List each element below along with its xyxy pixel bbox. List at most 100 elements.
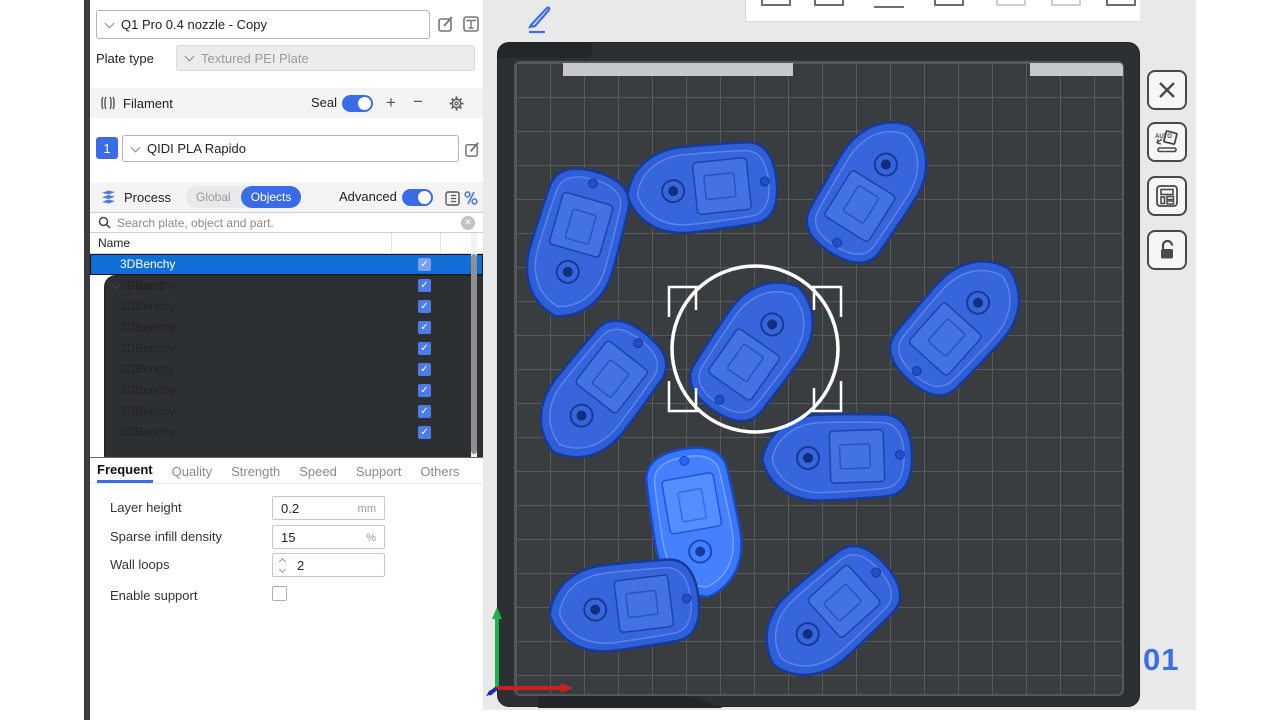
slicer-app: Q1 Pro 0.4 nozzle - Copy Plate type Text… bbox=[0, 0, 1280, 720]
object-row[interactable]: 3DBenchy✓ bbox=[90, 422, 483, 443]
tab-frequent[interactable]: Frequent bbox=[97, 459, 153, 483]
benchy-object[interactable] bbox=[761, 411, 914, 502]
chevron-down-icon bbox=[105, 18, 115, 28]
right-margin bbox=[1196, 0, 1280, 720]
print-checkbox[interactable]: ✓ bbox=[418, 279, 431, 292]
advanced-label: Advanced bbox=[339, 189, 397, 204]
scrollbar-thumb[interactable] bbox=[471, 254, 477, 454]
rotate-icon[interactable] bbox=[814, 0, 844, 6]
tab-quality[interactable]: Quality bbox=[172, 461, 212, 482]
sidebar: Q1 Pro 0.4 nozzle - Copy Plate type Text… bbox=[90, 0, 483, 720]
filament-slot-badge[interactable]: 1 bbox=[96, 137, 118, 159]
text-tool-icon[interactable] bbox=[1106, 0, 1136, 6]
print-checkbox[interactable]: ✓ bbox=[418, 363, 431, 376]
lock-button[interactable] bbox=[1147, 230, 1187, 270]
support-paint-icon[interactable] bbox=[996, 0, 1026, 6]
object-row[interactable]: 3DBenchy✓ bbox=[90, 296, 483, 317]
split-icon[interactable] bbox=[934, 0, 964, 6]
arrange-button[interactable] bbox=[1147, 176, 1187, 216]
object-row[interactable]: 3DBenchy ✓ bbox=[90, 317, 483, 338]
top-toolbar-partial bbox=[745, 0, 1175, 22]
scope-objects[interactable]: Objects bbox=[241, 186, 302, 208]
edit-icon bbox=[437, 15, 455, 33]
object-row[interactable]: 3DBenchy✓ bbox=[90, 359, 483, 380]
delete-object-button[interactable] bbox=[1147, 70, 1187, 110]
object-row[interactable]: 3DBenchy ✓ bbox=[90, 338, 483, 359]
param-label: Sparse infill density bbox=[110, 529, 222, 544]
printer-settings-button[interactable] bbox=[461, 14, 481, 34]
move-icon[interactable] bbox=[761, 0, 791, 6]
gear-icon bbox=[448, 95, 465, 112]
print-checkbox[interactable]: ✓ bbox=[418, 300, 431, 313]
filament-select[interactable]: QIDI PLA Rapido bbox=[122, 135, 459, 162]
object-row[interactable]: 3DBenchy✓ bbox=[90, 254, 483, 275]
plate-type-select[interactable]: Textured PEI Plate bbox=[176, 45, 475, 71]
layer-height-input[interactable]: 0.2 mm bbox=[272, 496, 385, 520]
clear-search-icon[interactable]: ✕ bbox=[461, 216, 475, 230]
seal-toggle[interactable] bbox=[342, 95, 373, 112]
tab-speed[interactable]: Speed bbox=[299, 461, 337, 482]
printer-preset-select[interactable]: Q1 Pro 0.4 nozzle - Copy bbox=[96, 10, 430, 39]
scope-global[interactable]: Global bbox=[186, 190, 241, 204]
increase-icon[interactable] bbox=[279, 558, 286, 565]
plate-type-label: Plate type bbox=[96, 51, 154, 66]
object-name: 3DBenchy bbox=[120, 380, 175, 401]
decrease-icon[interactable] bbox=[279, 566, 286, 573]
edit-filament-button[interactable] bbox=[462, 139, 482, 159]
param-row-infill: Sparse infill density 15 % bbox=[90, 525, 483, 549]
print-checkbox[interactable]: ✓ bbox=[418, 426, 431, 439]
object-row[interactable]: 3DBenchy ✓ bbox=[90, 380, 483, 401]
print-checkbox[interactable]: ✓ bbox=[418, 321, 431, 334]
auto-orient-button[interactable]: AUTO bbox=[1147, 122, 1187, 162]
object-row[interactable]: 3DBenchy ✓ bbox=[90, 401, 483, 422]
advanced-toggle[interactable] bbox=[402, 189, 433, 206]
printer-settings-icon bbox=[462, 15, 480, 33]
tab-strength[interactable]: Strength bbox=[231, 461, 280, 482]
filament-settings-button[interactable] bbox=[446, 93, 466, 113]
auto-orient-icon: AUTO bbox=[1154, 129, 1180, 155]
toggle-knob bbox=[358, 97, 371, 110]
print-checkbox[interactable]: ✓ bbox=[418, 405, 431, 418]
edit-plate-name-icon[interactable] bbox=[523, 3, 553, 35]
edit-icon bbox=[464, 141, 481, 158]
settings-tabs: Frequent Quality Strength Speed Support Other… bbox=[90, 459, 483, 484]
tab-support[interactable]: Support bbox=[356, 461, 402, 482]
object-name: 3DBenchy bbox=[120, 401, 175, 422]
filament-value: QIDI PLA Rapido bbox=[147, 141, 246, 156]
remove-filament-button[interactable]: − bbox=[413, 93, 423, 110]
wall-loops-stepper[interactable]: 2 bbox=[272, 553, 385, 577]
viewport-3d[interactable]: AUTO bbox=[483, 0, 1280, 720]
chevron-down-icon bbox=[131, 142, 141, 152]
param-value: 2 bbox=[297, 558, 304, 573]
search-bar: ✕ bbox=[90, 212, 483, 233]
object-name: 3DBenchy bbox=[120, 317, 175, 338]
object-name: 3DBenchy bbox=[120, 338, 175, 359]
enable-support-checkbox[interactable] bbox=[272, 586, 287, 601]
param-row-enable-support: Enable support bbox=[90, 584, 483, 608]
filament-title: Filament bbox=[123, 96, 173, 111]
param-table-button[interactable] bbox=[442, 188, 462, 208]
object-list: Name Plate 1 3DBenchy✓3DBenchy✓3DBenchy✓… bbox=[90, 233, 483, 458]
object-params-button[interactable] bbox=[461, 188, 481, 208]
param-label: Enable support bbox=[110, 588, 197, 603]
print-checkbox[interactable]: ✓ bbox=[418, 342, 431, 355]
stepper-arrows[interactable] bbox=[278, 557, 288, 575]
search-icon bbox=[98, 216, 111, 229]
param-label: Layer height bbox=[110, 500, 182, 515]
list-scrollbar[interactable] bbox=[471, 233, 477, 458]
param-row-layer-height: Layer height 0.2 mm bbox=[90, 496, 483, 520]
plate-corner-tab bbox=[498, 43, 593, 58]
tab-others[interactable]: Others bbox=[420, 461, 459, 482]
seam-paint-icon[interactable] bbox=[1051, 0, 1081, 6]
search-input[interactable] bbox=[117, 214, 461, 232]
filament-icon bbox=[99, 95, 117, 111]
print-checkbox[interactable]: ✓ bbox=[418, 258, 431, 271]
bottom-margin bbox=[483, 710, 1280, 720]
add-filament-button[interactable]: + bbox=[386, 94, 396, 111]
param-label: Wall loops bbox=[110, 557, 169, 572]
print-checkbox[interactable]: ✓ bbox=[418, 384, 431, 397]
scale-icon[interactable] bbox=[874, 2, 904, 8]
infill-density-input[interactable]: 15 % bbox=[272, 525, 385, 549]
object-row[interactable]: 3DBenchy✓ bbox=[90, 275, 483, 296]
edit-preset-button[interactable] bbox=[436, 14, 456, 34]
